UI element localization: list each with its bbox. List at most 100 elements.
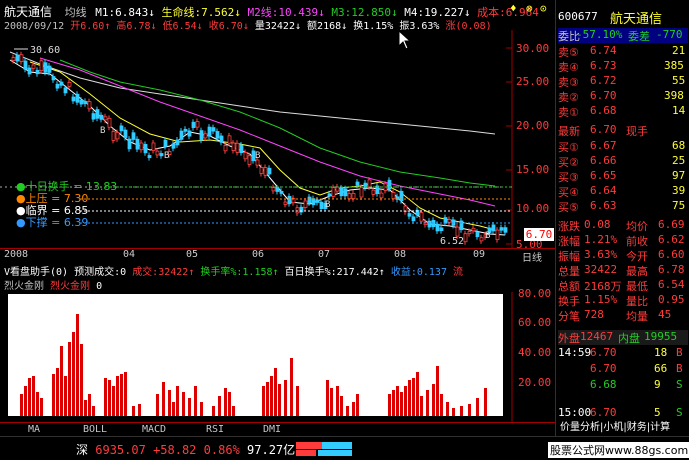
candle-body (23, 60, 28, 70)
candle-body (243, 152, 248, 160)
candle-body (195, 121, 200, 128)
stat-label: 量比 (626, 295, 648, 308)
index-name: 深 (76, 443, 89, 457)
lower-bar (112, 386, 115, 416)
bid-row[interactable]: 买⑤ 6.63 75 (558, 199, 688, 214)
ask-row[interactable]: 卖⑤ 6.74 21 (558, 44, 688, 59)
tick-volume: 66 (654, 362, 668, 375)
bid-row[interactable]: 买② 6.66 25 (558, 154, 688, 169)
lower-bar (408, 380, 411, 416)
lower-bar (388, 394, 391, 416)
candle-body (95, 109, 100, 119)
lower-bar (120, 374, 123, 416)
current-price-marker: 6.70 (524, 228, 554, 241)
candle-body (11, 57, 16, 61)
stat-label: 均量 (626, 310, 648, 323)
stat-row[interactable]: 换手 1.15% 量比 0.95 (558, 293, 688, 308)
ask-volume: 55 (672, 74, 686, 87)
candle-body (31, 64, 36, 69)
lower-bar (28, 378, 31, 416)
stat-label: 分笔 (558, 310, 580, 323)
tick-row[interactable]: 6.68 9 S (558, 378, 688, 393)
menu-icon[interactable]: ⊙ (540, 2, 547, 15)
ask-price: 6.70 (590, 89, 617, 102)
lower-bar (218, 396, 221, 416)
bid-label: 买① (558, 141, 579, 154)
stat-value: 2168万 (584, 280, 622, 293)
bid-row[interactable]: 买③ 6.65 97 (558, 169, 688, 184)
lower-bar (392, 390, 395, 416)
candle-body (51, 76, 56, 81)
stat-row[interactable]: 总额 2168万 最低 6.54 (558, 278, 688, 293)
ask-row[interactable]: 卖① 6.68 14 (558, 104, 688, 119)
lower-title: 烈火金刚 (4, 281, 44, 292)
lower-bar (262, 386, 265, 416)
overlay-lines (80, 186, 512, 224)
lower-tick: 40.00 (518, 346, 552, 359)
stat-value: 6.60 (658, 248, 685, 261)
tab-rsi[interactable]: RSI (206, 424, 224, 435)
bid-row[interactable]: 买④ 6.64 39 (558, 184, 688, 199)
lower-bar (172, 402, 175, 416)
candle-body (111, 131, 116, 141)
index-change: +58.82 (153, 443, 197, 457)
lower-bar (200, 402, 203, 416)
tick-row[interactable]: 6.70 66 B (558, 362, 688, 377)
lower-bar (52, 374, 55, 416)
tab-dmi[interactable]: DMI (263, 424, 281, 435)
stat-label: 总量 (558, 265, 580, 278)
tab-macd[interactable]: MACD (142, 424, 166, 435)
lower-bar (336, 386, 339, 416)
stat-row[interactable]: 振幅 3.63% 今开 6.60 (558, 248, 688, 263)
tab-boll[interactable]: BOLL (83, 424, 107, 435)
stat-row[interactable]: 涨跌 0.08 均价 6.69 (558, 218, 688, 233)
watermark: 股票公式网www.88gs.com (548, 442, 689, 458)
ask-price: 6.72 (590, 74, 617, 87)
ask-volume: 14 (672, 104, 686, 117)
lower-bar (168, 390, 171, 416)
tick-price: 6.70 (590, 346, 617, 359)
stat-row[interactable]: 分笔 728 均量 45 (558, 308, 688, 323)
ask-row[interactable]: 卖② 6.70 398 (558, 89, 688, 104)
ask-volume: 398 (664, 89, 684, 102)
lower-bar (274, 368, 277, 416)
ask-label: 卖③ (558, 76, 579, 89)
stat-row[interactable]: 总量 32422 最高 6.78 (558, 263, 688, 278)
tick-row[interactable]: 14:59 6.70 18 B (558, 346, 688, 361)
period-label[interactable]: 日线 (522, 249, 542, 264)
lower-bar (64, 376, 67, 416)
stat-value: 6.69 (658, 218, 685, 231)
candle-body (71, 96, 76, 102)
close-icon[interactable]: ⊗ (526, 2, 533, 15)
tab-ma[interactable]: MA (28, 424, 40, 435)
weicha-value: -770 (656, 28, 683, 41)
stat-row[interactable]: 涨幅 1.21% 前收 6.62 (558, 233, 688, 248)
lock-icon[interactable]: ♦ (510, 2, 517, 15)
candle-body (91, 113, 96, 120)
inner-value: 19955 (644, 330, 678, 343)
svg-text:B: B (100, 126, 105, 136)
bid-price: 6.66 (590, 154, 617, 167)
ask-row[interactable]: 卖③ 6.72 55 (558, 74, 688, 89)
quote-panel: 600677 航天通信 委比 -57.10% 委差 -770 卖⑤ 6.74 21 卖… (555, 0, 689, 436)
weibi-value: -57.10% (576, 28, 623, 41)
candle-body (171, 143, 176, 149)
bid-row[interactable]: 买① 6.67 68 (558, 139, 688, 154)
candle-body (211, 127, 216, 132)
stat-value: 1.21% (584, 233, 618, 246)
lower-bar (484, 388, 487, 416)
candle-body (147, 155, 152, 159)
candle-body (163, 139, 168, 147)
stat-label: 涨跌 (558, 220, 580, 233)
index-pct: 0.86% (203, 443, 240, 457)
svg-text:B: B (255, 151, 260, 161)
ask-label: 卖① (558, 106, 579, 119)
indicator-tabs: MA BOLL MACD RSI DMI (0, 422, 555, 436)
lower-chart[interactable] (0, 292, 555, 422)
ask-row[interactable]: 卖④ 6.73 385 (558, 59, 688, 74)
candle-body (203, 133, 208, 139)
candle-body (239, 144, 244, 154)
lower-bar (60, 346, 63, 416)
lower-bar (232, 406, 235, 416)
tick-time: 14:59 (558, 346, 592, 359)
